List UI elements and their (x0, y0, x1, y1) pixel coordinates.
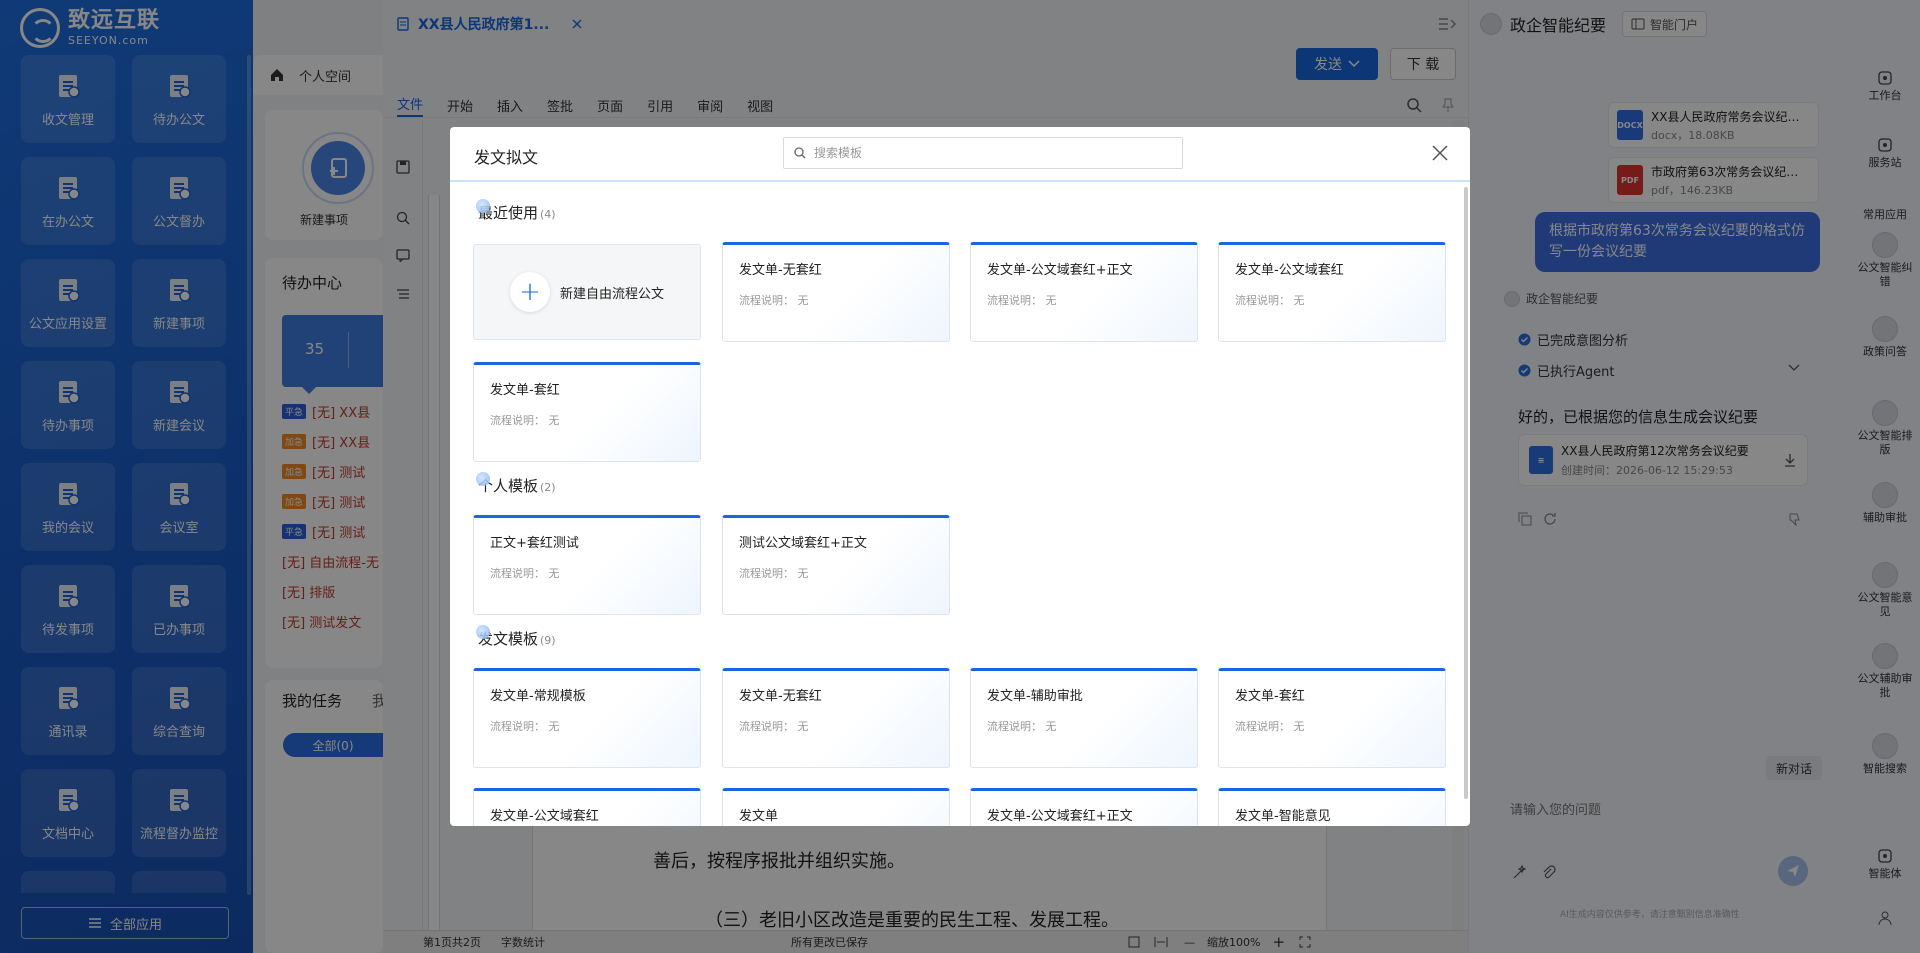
template-card[interactable]: 发文单流程说明： 无 (722, 788, 950, 826)
template-card[interactable]: 发文单-公文域套红+正文流程说明： 无 (970, 242, 1198, 342)
template-section-header: 个人模板 (2) (476, 472, 556, 496)
template-card[interactable]: 发文单-公文域套红流程说明： 无 (473, 788, 701, 826)
description-value: 无 (797, 567, 809, 580)
template-name: 发文单-套红 (1235, 689, 1305, 704)
new-free-flow-label: 新建自由流程公文 (559, 286, 664, 302)
description-label: 流程说明： (739, 720, 794, 733)
description-label: 流程说明： (987, 720, 1042, 733)
template-card[interactable]: 发文单-套红 流程说明： 无 (473, 362, 701, 462)
section-dot-icon (476, 625, 490, 639)
template-card[interactable]: 发文单-公文域套红+正文流程说明： 无 (970, 788, 1198, 826)
template-card[interactable]: 发文单-套红 流程说明： 无 (1218, 668, 1446, 768)
template-name: 发文单-无套红 (739, 689, 822, 704)
template-name: 发文单-智能意见 (1235, 809, 1331, 824)
template-name: 测试公文域套红+正文 (739, 536, 867, 551)
section-count: (9) (540, 634, 556, 647)
description-label: 流程说明： (739, 294, 794, 307)
description-value: 无 (548, 720, 560, 733)
description-value: 无 (1045, 294, 1057, 307)
template-card[interactable]: 正文+套红测试 流程说明： 无 (473, 515, 701, 615)
template-name: 发文单-套红 (490, 383, 560, 398)
description-label: 流程说明： (490, 720, 545, 733)
template-name: 发文单-无套红 (739, 263, 822, 278)
template-description: 流程说明： 无 (739, 292, 933, 308)
template-card[interactable]: 发文单-公文域套红流程说明： 无 (1218, 242, 1446, 342)
dialog-body: 最近使用 (4) + 新建自由流程公文 发文单-无套红 流程说明： 无发文单-公文域套红+… (450, 184, 1470, 826)
plus-icon: + (509, 272, 550, 312)
template-card[interactable]: 发文单-无套红 流程说明： 无 (722, 242, 950, 342)
template-card[interactable]: 发文单-辅助审批 流程说明： 无 (970, 668, 1198, 768)
template-description: 流程说明： 无 (490, 412, 684, 428)
section-count: (2) (540, 481, 556, 494)
template-description: 流程说明： 无 (490, 565, 684, 581)
description-value: 无 (548, 414, 560, 427)
template-name: 发文单-公文域套红 (490, 809, 599, 824)
description-value: 无 (797, 294, 809, 307)
description-label: 流程说明： (490, 414, 545, 427)
description-label: 流程说明： (490, 567, 545, 580)
description-value: 无 (1293, 294, 1305, 307)
template-card[interactable]: 发文单-智能意见流程说明： 无 (1218, 788, 1446, 826)
template-description: 流程说明： 无 (1235, 292, 1429, 308)
description-label: 流程说明： (739, 567, 794, 580)
description-value: 无 (548, 567, 560, 580)
template-name: 发文单 (739, 809, 779, 824)
template-name: 正文+套红测试 (490, 536, 579, 551)
dialog-header: 发文拟文 (450, 127, 1470, 182)
template-card[interactable]: 发文单-无套红 流程说明： 无 (722, 668, 950, 768)
new-free-flow-card[interactable]: + 新建自由流程公文 (473, 244, 701, 340)
dialog-title: 发文拟文 (474, 148, 539, 167)
search-icon (794, 147, 806, 159)
template-description: 流程说明： 无 (490, 718, 684, 734)
template-name: 发文单-辅助审批 (987, 689, 1083, 704)
template-description: 流程说明： 无 (739, 565, 933, 581)
section-dot-icon (476, 472, 490, 486)
template-description: 流程说明： 无 (1235, 718, 1429, 734)
description-value: 无 (1293, 720, 1305, 733)
dialog-scrollbar[interactable] (1464, 187, 1468, 799)
description-label: 流程说明： (1235, 294, 1290, 307)
template-search-input[interactable] (814, 146, 1174, 160)
description-value: 无 (1045, 720, 1057, 733)
section-count: (4) (540, 208, 556, 221)
template-section-header: 最近使用 (4) (476, 199, 556, 223)
template-section-header: 发文模板 (9) (476, 625, 556, 649)
template-card[interactable]: 发文单-常规模板 流程说明： 无 (473, 668, 701, 768)
description-label: 流程说明： (987, 294, 1042, 307)
template-description: 流程说明： 无 (987, 718, 1181, 734)
template-name: 发文单-公文域套红+正文 (987, 263, 1133, 278)
template-description: 流程说明： 无 (987, 292, 1181, 308)
section-dot-icon (476, 199, 490, 213)
description-value: 无 (797, 720, 809, 733)
template-card[interactable]: 测试公文域套红+正文 流程说明： 无 (722, 515, 950, 615)
draft-document-dialog: 发文拟文 最近使用(4)+新建自由流程公文发文单-无套红流程说明： 无发文单-公… (450, 127, 1470, 826)
template-name: 发文单-公文域套红 (1235, 263, 1344, 278)
template-name: 发文单-公文域套红+正文 (987, 809, 1133, 824)
template-search-box[interactable] (783, 137, 1183, 169)
description-label: 流程说明： (1235, 720, 1290, 733)
template-description: 流程说明： 无 (739, 718, 933, 734)
template-name: 发文单-常规模板 (490, 689, 586, 704)
close-dialog-icon[interactable] (1428, 141, 1452, 165)
